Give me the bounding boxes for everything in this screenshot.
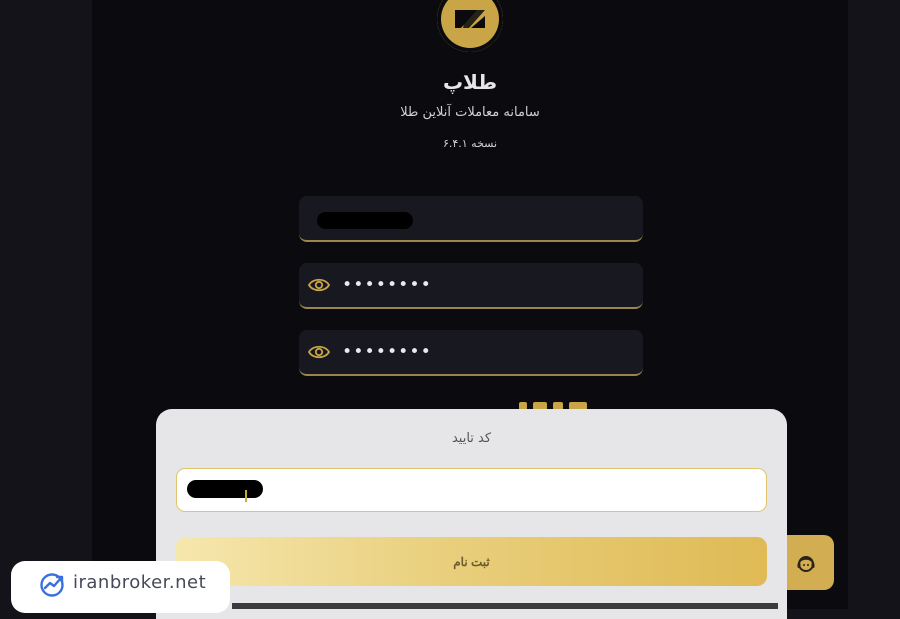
eye-icon[interactable] [308,344,330,360]
register-button[interactable]: ثبت نام [176,537,767,586]
app-subtitle: سامانه معاملات آنلاین طلا [400,105,540,120]
chart-trend-icon [40,573,64,597]
app-version: نسخه ۶.۴.۱ [442,137,498,150]
confirm-password-field[interactable]: •••••••• [299,330,643,376]
app-name: طلاپ [442,70,498,94]
support-headset-icon [797,555,815,572]
password-field[interactable]: •••••••• [299,263,643,309]
eye-icon[interactable] [308,277,330,293]
redacted-code [187,480,263,498]
watermark-badge: iranbroker.net [11,561,230,613]
watermark-text: iranbroker.net [73,572,207,593]
bottom-strip [232,603,778,609]
verification-sheet: کد تایید ثبت نام [156,409,787,619]
sheet-title: کد تایید [451,431,492,446]
verification-code-input[interactable] [176,468,767,512]
username-field[interactable] [299,196,643,242]
password-mask: •••••••• [342,275,432,295]
confirm-password-mask: •••••••• [342,342,432,362]
redacted-username [317,212,413,229]
text-caret [245,490,247,502]
